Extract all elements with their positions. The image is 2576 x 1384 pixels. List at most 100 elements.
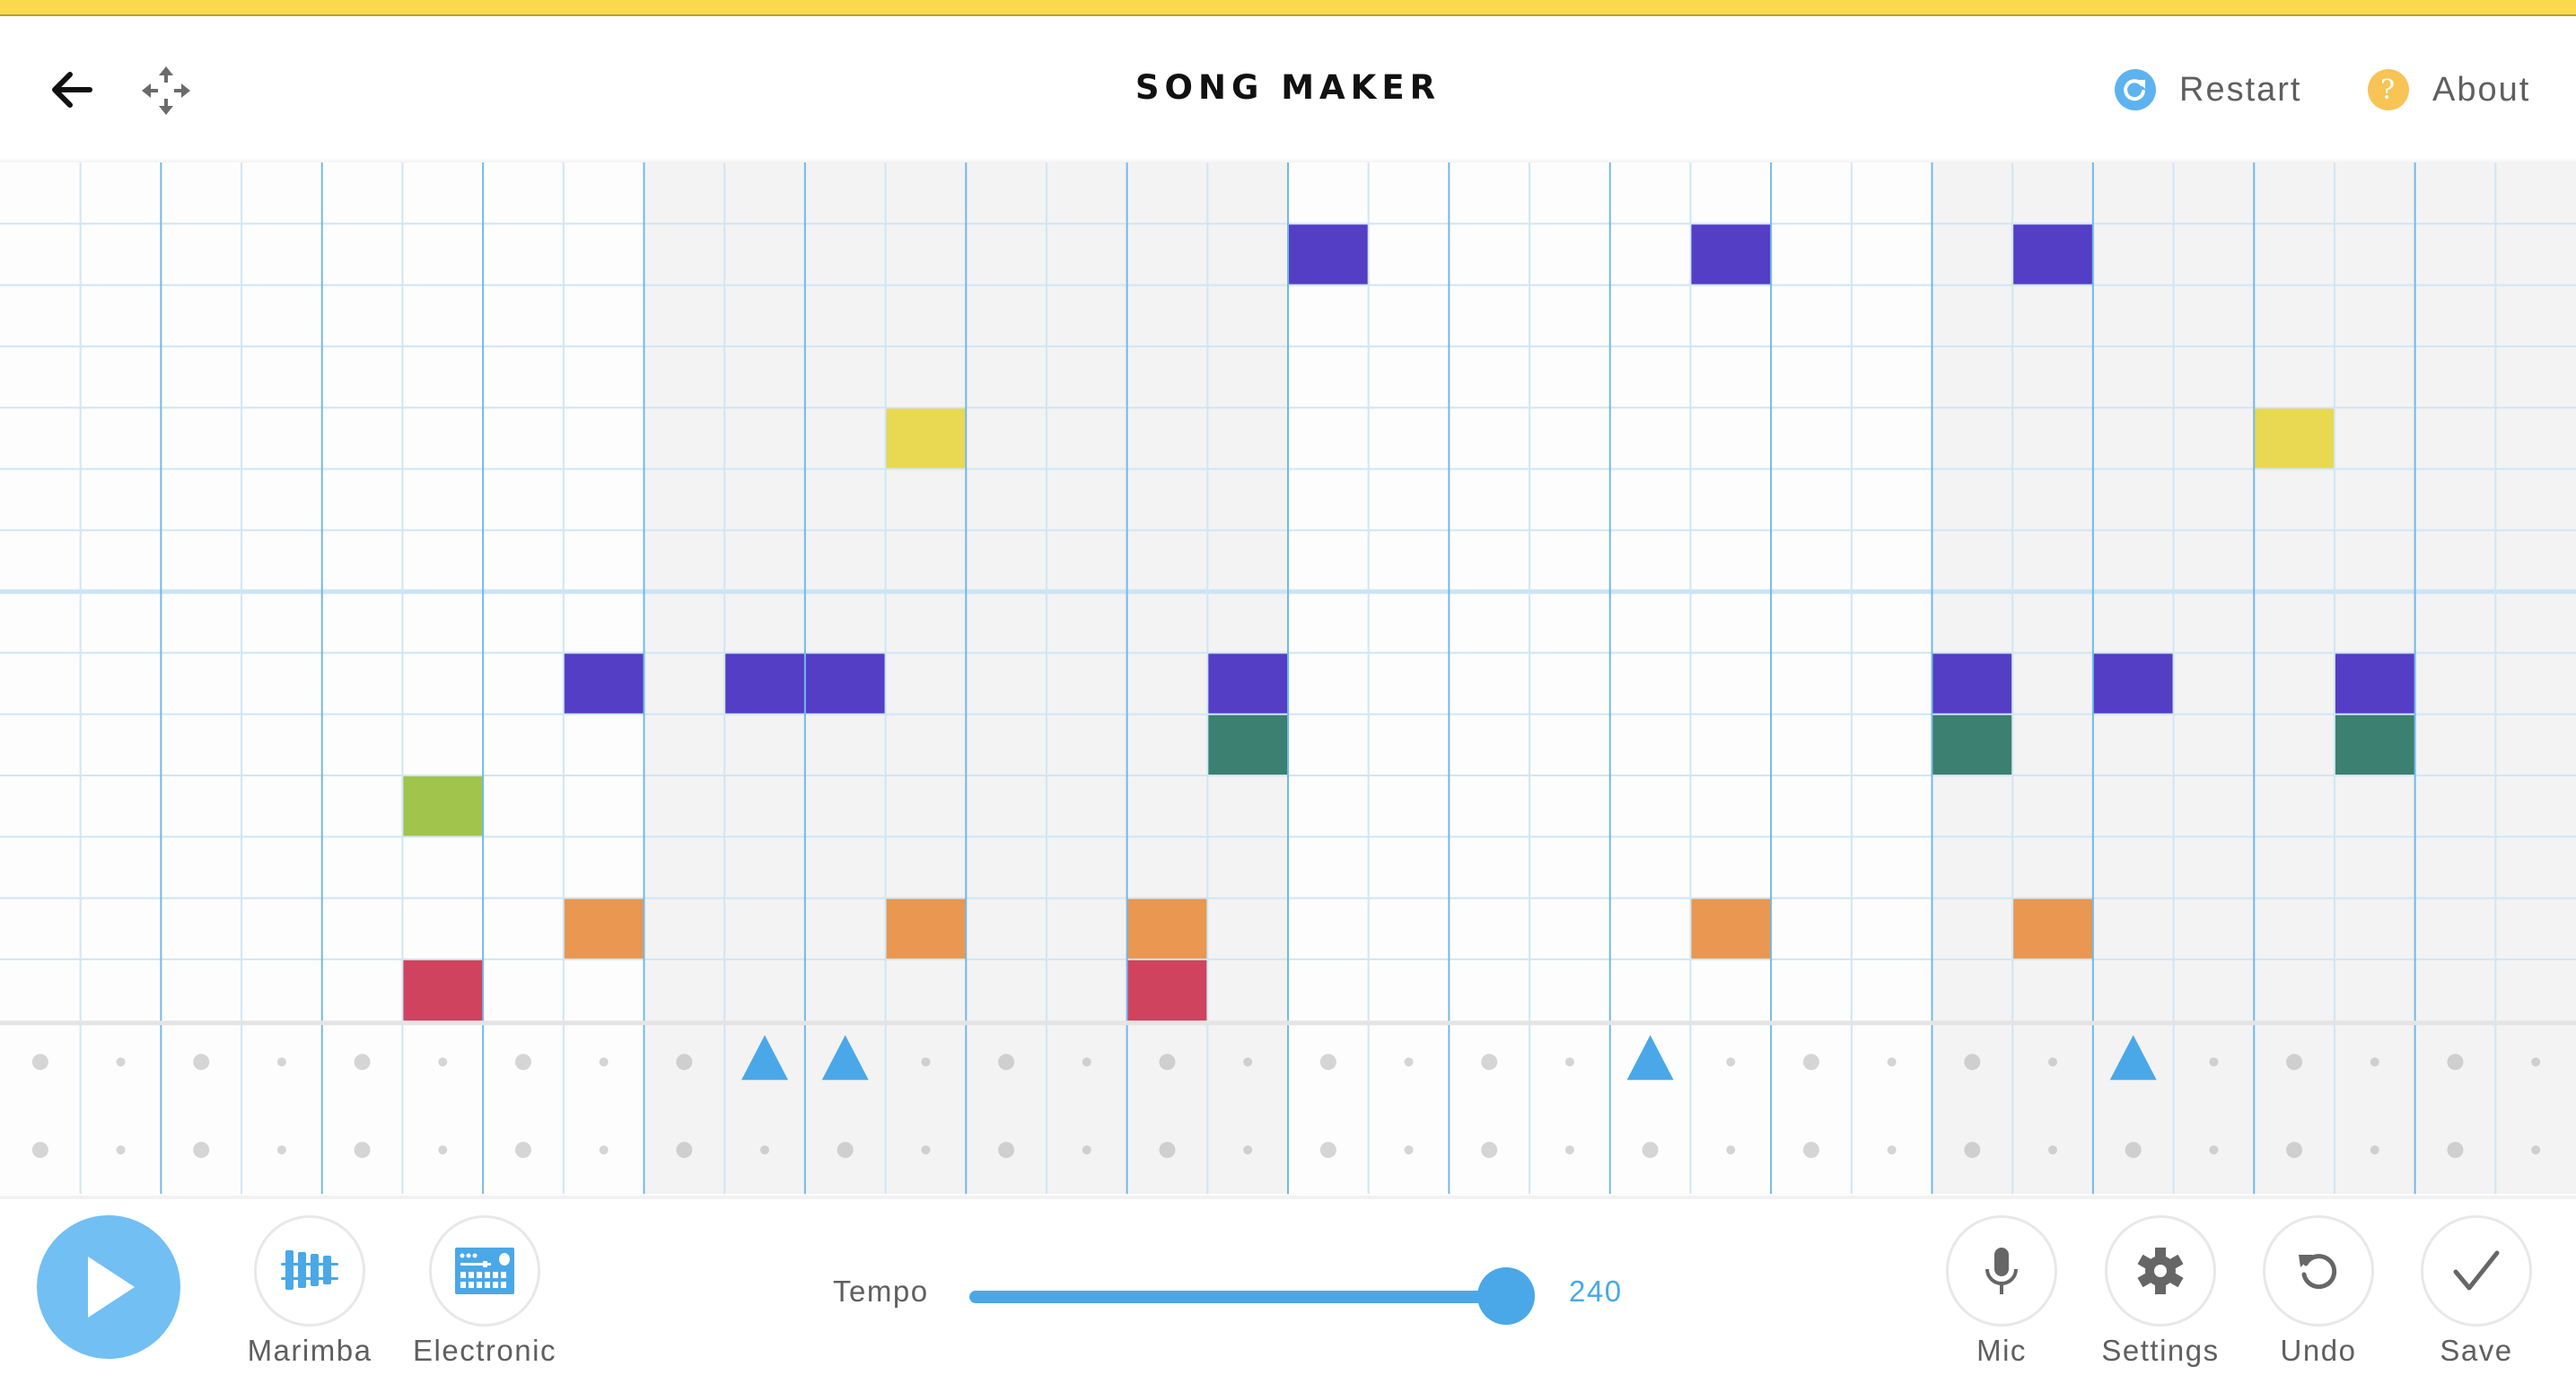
- percussion-empty-dot[interactable]: [2531, 1057, 2540, 1066]
- note-cell[interactable]: [564, 898, 644, 959]
- note-cell[interactable]: [402, 959, 483, 1020]
- note-cell[interactable]: [2093, 653, 2174, 714]
- percussion-empty-dot[interactable]: [1405, 1057, 1414, 1066]
- play-button[interactable]: [37, 1215, 180, 1359]
- percussion-empty-dot[interactable]: [355, 1142, 371, 1158]
- percussion-empty-dot[interactable]: [117, 1145, 126, 1154]
- percussion-empty-dot[interactable]: [921, 1057, 930, 1066]
- note-cell[interactable]: [2335, 714, 2415, 775]
- percussion-empty-dot[interactable]: [1726, 1145, 1735, 1154]
- percussion-empty-dot[interactable]: [515, 1054, 531, 1070]
- save-button[interactable]: [2421, 1215, 2532, 1327]
- percussion-empty-dot[interactable]: [600, 1145, 609, 1154]
- note-grid-canvas[interactable]: [0, 162, 2576, 1195]
- percussion-empty-dot[interactable]: [1481, 1142, 1497, 1158]
- percussion-empty-dot[interactable]: [1565, 1057, 1574, 1066]
- percussion-empty-dot[interactable]: [2286, 1142, 2302, 1158]
- percussion-empty-dot[interactable]: [1964, 1054, 1980, 1070]
- undo-button[interactable]: [2263, 1215, 2374, 1327]
- note-cell[interactable]: [724, 653, 805, 714]
- tempo-value: 240: [1569, 1275, 1623, 1309]
- percussion-empty-dot[interactable]: [676, 1054, 692, 1070]
- percussion-empty-dot[interactable]: [1726, 1057, 1735, 1066]
- percussion-empty-dot[interactable]: [1565, 1145, 1574, 1154]
- note-cell[interactable]: [886, 898, 967, 959]
- percussion-empty-dot[interactable]: [32, 1054, 48, 1070]
- note-cell[interactable]: [2012, 898, 2093, 959]
- note-cell[interactable]: [1932, 653, 2013, 714]
- percussion-empty-dot[interactable]: [438, 1057, 447, 1066]
- percussion-empty-dot[interactable]: [2447, 1054, 2463, 1070]
- percussion-empty-dot[interactable]: [1803, 1142, 1819, 1158]
- note-cell[interactable]: [886, 407, 967, 469]
- percussion-empty-dot[interactable]: [1803, 1054, 1819, 1070]
- percussion-empty-dot[interactable]: [1405, 1145, 1414, 1154]
- percussion-empty-dot[interactable]: [1159, 1142, 1175, 1158]
- percussion-empty-dot[interactable]: [2370, 1057, 2379, 1066]
- percussion-empty-dot[interactable]: [676, 1142, 692, 1158]
- note-cell[interactable]: [402, 775, 483, 837]
- tempo-slider-track[interactable]: [969, 1291, 1517, 1303]
- percussion-empty-dot[interactable]: [2286, 1054, 2302, 1070]
- song-grid[interactable]: [0, 162, 2576, 1195]
- gear-icon: [2135, 1246, 2186, 1296]
- percussion-empty-dot[interactable]: [2531, 1145, 2540, 1154]
- percussion-empty-dot[interactable]: [32, 1142, 48, 1158]
- percussion-empty-dot[interactable]: [277, 1057, 286, 1066]
- percussion-empty-dot[interactable]: [1888, 1145, 1897, 1154]
- percussion-empty-dot[interactable]: [1643, 1142, 1659, 1158]
- percussion-empty-dot[interactable]: [1082, 1057, 1091, 1066]
- percussion-empty-dot[interactable]: [837, 1142, 854, 1158]
- percussion-empty-dot[interactable]: [438, 1145, 447, 1154]
- percussion-empty-dot[interactable]: [193, 1142, 209, 1158]
- percussion-empty-dot[interactable]: [1320, 1054, 1336, 1070]
- mic-button[interactable]: [1946, 1215, 2057, 1327]
- note-cell[interactable]: [2254, 407, 2335, 469]
- play-icon: [77, 1251, 140, 1323]
- percussion-empty-dot[interactable]: [2447, 1142, 2463, 1158]
- note-cell[interactable]: [805, 653, 886, 714]
- about-button[interactable]: ? About: [2368, 63, 2530, 117]
- percussion-empty-dot[interactable]: [600, 1057, 609, 1066]
- instrument-electronic-button[interactable]: [429, 1215, 540, 1327]
- percussion-empty-dot[interactable]: [2209, 1145, 2218, 1154]
- percussion-empty-dot[interactable]: [2370, 1145, 2379, 1154]
- percussion-empty-dot[interactable]: [1082, 1145, 1091, 1154]
- note-cell[interactable]: [1127, 898, 1208, 959]
- percussion-empty-dot[interactable]: [1159, 1054, 1175, 1070]
- instrument-marimba-button[interactable]: [254, 1215, 365, 1327]
- percussion-empty-dot[interactable]: [515, 1142, 531, 1158]
- note-cell[interactable]: [1690, 898, 1771, 959]
- percussion-empty-dot[interactable]: [193, 1054, 209, 1070]
- percussion-empty-dot[interactable]: [1481, 1054, 1497, 1070]
- note-cell[interactable]: [1690, 223, 1771, 285]
- tempo-label: Tempo: [833, 1275, 929, 1309]
- percussion-empty-dot[interactable]: [277, 1145, 286, 1154]
- percussion-empty-dot[interactable]: [998, 1142, 1014, 1158]
- percussion-empty-dot[interactable]: [921, 1145, 930, 1154]
- percussion-empty-dot[interactable]: [1964, 1142, 1980, 1158]
- percussion-empty-dot[interactable]: [1320, 1142, 1336, 1158]
- percussion-empty-dot[interactable]: [760, 1145, 769, 1154]
- note-cell[interactable]: [2335, 653, 2415, 714]
- restart-button[interactable]: Restart: [2115, 63, 2301, 117]
- percussion-empty-dot[interactable]: [998, 1054, 1014, 1070]
- percussion-empty-dot[interactable]: [355, 1054, 371, 1070]
- note-cell[interactable]: [1288, 223, 1369, 285]
- percussion-empty-dot[interactable]: [1888, 1057, 1897, 1066]
- note-cell[interactable]: [2012, 223, 2093, 285]
- percussion-empty-dot[interactable]: [2048, 1057, 2057, 1066]
- note-cell[interactable]: [564, 653, 644, 714]
- percussion-empty-dot[interactable]: [1243, 1145, 1252, 1154]
- tempo-slider-thumb[interactable]: [1477, 1267, 1535, 1325]
- percussion-empty-dot[interactable]: [1243, 1057, 1252, 1066]
- percussion-empty-dot[interactable]: [117, 1057, 126, 1066]
- note-cell[interactable]: [1207, 653, 1288, 714]
- note-cell[interactable]: [1127, 959, 1208, 1020]
- settings-button[interactable]: [2105, 1215, 2216, 1327]
- note-cell[interactable]: [1932, 714, 2013, 775]
- percussion-empty-dot[interactable]: [2048, 1145, 2057, 1154]
- note-cell[interactable]: [1207, 714, 1288, 775]
- percussion-empty-dot[interactable]: [2209, 1057, 2218, 1066]
- percussion-empty-dot[interactable]: [2125, 1142, 2142, 1158]
